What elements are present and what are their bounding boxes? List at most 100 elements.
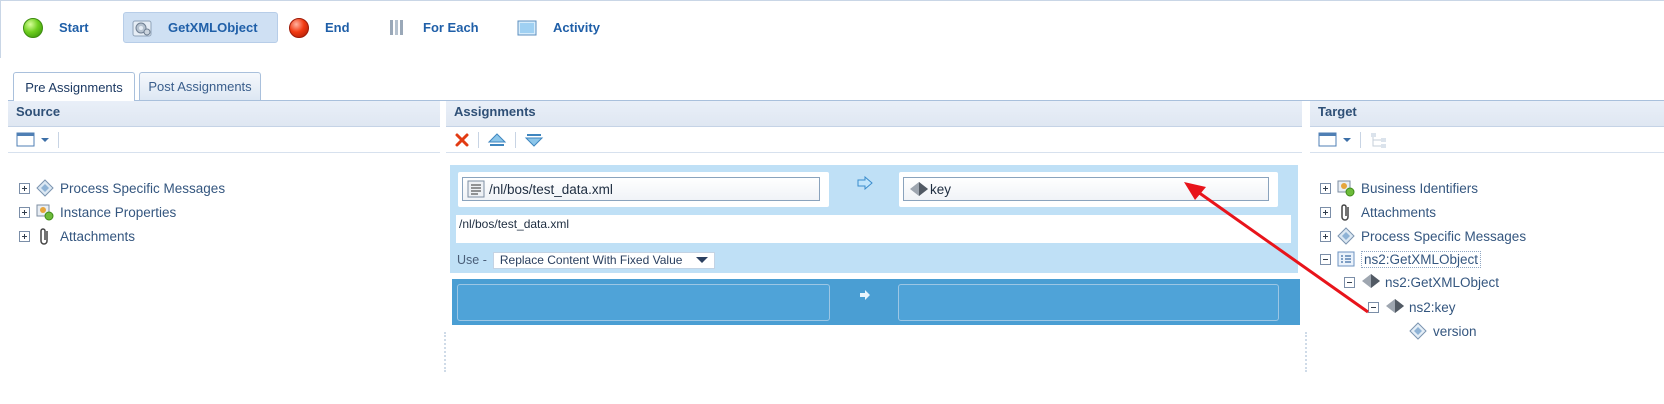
tab-post-assignments[interactable]: Post Assignments [139,72,261,100]
target-tree-label: Process Specific Messages [1361,228,1527,244]
attribute-diamond-icon [1409,322,1427,340]
message-type-icon [1337,250,1355,268]
splitter-right[interactable] [1305,332,1307,372]
tab-pre-assignments-label: Pre Assignments [25,79,123,95]
toolbar-for-each-label: For Each [423,20,479,35]
target-tree-item-messages[interactable]: Process Specific Messages [1320,226,1526,246]
activity-icon [517,18,537,38]
source-tree-label: Instance Properties [60,204,177,220]
tab-post-assignments-label: Post Assignments [148,79,252,94]
assignments-toolbar-separator [515,131,516,148]
tab-pre-assignments[interactable]: Pre Assignments [13,72,135,101]
source-value-text: /nl/bos/test_data.xml [489,181,613,197]
target-tree-label: ns2:key [1409,299,1456,315]
source-panel: Source [8,101,440,404]
assignment-use-control: Use - Replace Content With Fixed Value [457,251,715,269]
collapse-minus-icon[interactable] [1368,301,1379,313]
target-panel-title: Target [1310,101,1664,127]
move-down-button[interactable] [524,132,544,148]
delete-assignment-button[interactable] [454,132,470,148]
assignments-toolbar-separator [478,131,479,148]
source-tree-item-messages[interactable]: Process Specific Messages [19,178,225,198]
use-mode-dropdown[interactable]: Replace Content With Fixed Value [492,251,715,269]
target-tree-item-ns2-getxmlobject[interactable]: ns2:GetXMLObject [1344,272,1499,292]
toolbar-getxmlobject-label: GetXMLObject [168,20,258,35]
pyramid-element-icon [1385,298,1404,316]
expand-plus-icon[interactable] [1320,182,1331,194]
target-tree-item-ns2-getxmlobject-root[interactable]: ns2:GetXMLObject [1320,249,1482,269]
target-value-field[interactable]: key [903,177,1269,201]
assign-arrow-icon [859,289,871,304]
source-tree-label: Process Specific Messages [60,180,226,196]
target-tree-item-business-identifiers[interactable]: Business Identifiers [1320,178,1478,198]
source-tree-item-attachments[interactable]: Attachments [19,226,135,246]
expand-plus-icon[interactable] [1320,206,1331,218]
target-tree-label: Attachments [1361,204,1437,220]
pyramid-element-icon [1361,273,1380,291]
toolbar-end-label: End [325,20,350,35]
empty-source-field[interactable] [457,284,830,321]
source-tree-item-instance-properties[interactable]: Instance Properties [19,202,176,222]
target-tree-item-version[interactable]: version [1409,321,1477,341]
process-toolbar: Start GetXMLObject End For Each Activity [0,0,1664,58]
window-dropdown-icon [1318,132,1351,146]
chevron-down-icon [695,257,708,263]
red-ball-icon [289,17,309,38]
expand-plus-icon[interactable] [19,182,30,194]
target-toolbar-separator [1360,131,1361,148]
gear-icon [132,18,152,38]
for-each-icon [387,18,407,38]
assign-arrow-icon [857,175,873,193]
collapse-minus-icon[interactable] [1344,276,1355,288]
expand-plus-icon[interactable] [19,206,30,218]
expand-plus-icon[interactable] [1320,230,1331,242]
paperclip-icon [1337,203,1355,221]
source-toolbar [8,127,440,153]
pyramid-element-icon [910,182,928,196]
source-view-button[interactable] [16,132,50,148]
toolbar-activity-label: Activity [553,20,600,35]
toolbar-start-label: Start [59,20,89,35]
move-up-button[interactable] [487,132,507,148]
toolbar-end[interactable]: End [289,12,350,43]
move-down-icon [524,133,544,147]
delete-x-icon [455,133,469,146]
assignments-toolbar [446,127,1302,153]
use-label: Use - [457,253,487,267]
message-diamond-icon [36,179,54,197]
target-value-text: key [930,181,952,197]
source-toolbar-separator [58,131,59,148]
source-value-field[interactable]: /nl/bos/test_data.xml [462,177,820,201]
empty-target-field[interactable] [898,284,1279,321]
toolbar-getxmlobject[interactable]: GetXMLObject [123,12,278,43]
assignments-panel-title: Assignments [446,101,1302,127]
toolbar-activity[interactable]: Activity [517,12,600,43]
target-toolbar [1310,127,1664,153]
assignment-path-text: /nl/bos/test_data.xml [456,215,1291,243]
target-tree-item-ns2-key[interactable]: ns2:key [1368,297,1456,317]
source-panel-title: Source [8,101,440,127]
target-tree-label: ns2:GetXMLObject [1385,274,1500,290]
instance-properties-icon [36,203,54,221]
message-diamond-icon [1337,227,1355,245]
toolbar-for-each[interactable]: For Each [387,12,479,43]
use-mode-value: Replace Content With Fixed Value [499,253,683,267]
business-identifiers-icon [1337,179,1355,197]
green-ball-icon [23,17,43,38]
tree-structure-icon [1371,132,1386,148]
target-tree-button[interactable] [1369,131,1389,149]
target-view-button[interactable] [1318,132,1352,148]
collapse-minus-icon[interactable] [1320,253,1331,265]
paperclip-icon [36,227,54,245]
splitter-left[interactable] [444,332,446,372]
target-tree-label: version [1433,323,1477,339]
source-tree-label: Attachments [60,228,136,244]
document-lines-icon [467,180,485,198]
target-tree-label: ns2:GetXMLObject [1361,250,1482,268]
move-up-icon [487,132,507,146]
toolbar-start[interactable]: Start [23,12,89,43]
target-tree-item-attachments[interactable]: Attachments [1320,202,1436,222]
target-tree-label: Business Identifiers [1361,180,1479,196]
expand-plus-icon[interactable] [19,230,30,242]
window-dropdown-icon [16,132,49,146]
